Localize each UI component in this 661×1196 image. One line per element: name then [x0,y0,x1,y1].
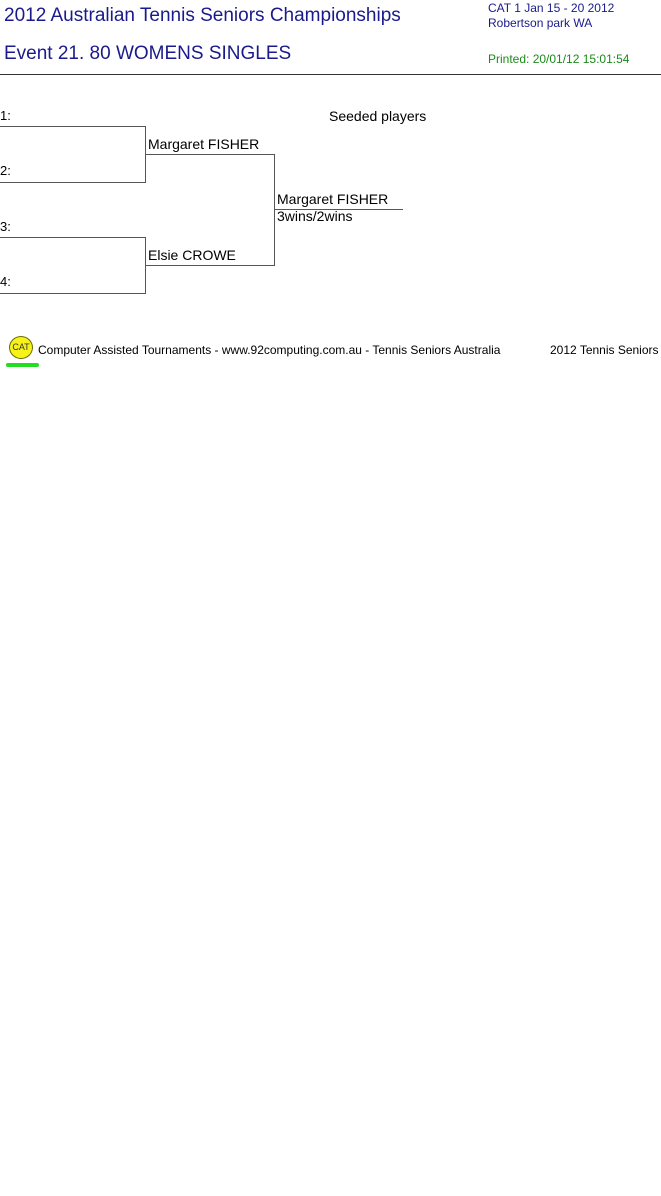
slot-label-4: 4: [0,274,11,289]
footer-credits: Computer Assisted Tournaments - www.92co… [38,343,501,357]
round2-player-1: Margaret FISHER [148,136,260,152]
tournament-title: 2012 Australian Tennis Seniors Champions… [4,5,401,26]
bracket-line [146,265,275,266]
slot-label-2: 2: [0,163,11,178]
venue: Robertson park WA [488,16,593,30]
bracket-line [0,182,146,183]
bracket-line [274,154,275,266]
round2-player-2: Elsie CROWE [148,247,236,263]
logo-underline [6,363,39,367]
bracket-line [0,293,146,294]
printed-timestamp: Printed: 20/01/12 15:01:54 [488,52,630,66]
category-dates: CAT 1 Jan 15 - 20 2012 [488,1,615,15]
slot-label-1: 1: [0,108,11,123]
seeded-players-label: Seeded players [329,108,427,124]
final-score: 3wins/2wins [277,208,353,224]
bracket-line [0,237,146,238]
footer-tournament: 2012 Tennis Seniors [550,343,659,357]
cat-logo-icon: CAT [9,336,33,359]
bracket-line [0,126,146,127]
header-divider [0,74,661,75]
event-title: Event 21. 80 WOMENS SINGLES [4,43,292,64]
champion-name: Margaret FISHER [277,191,389,207]
bracket-line [146,154,275,155]
slot-label-3: 3: [0,219,11,234]
